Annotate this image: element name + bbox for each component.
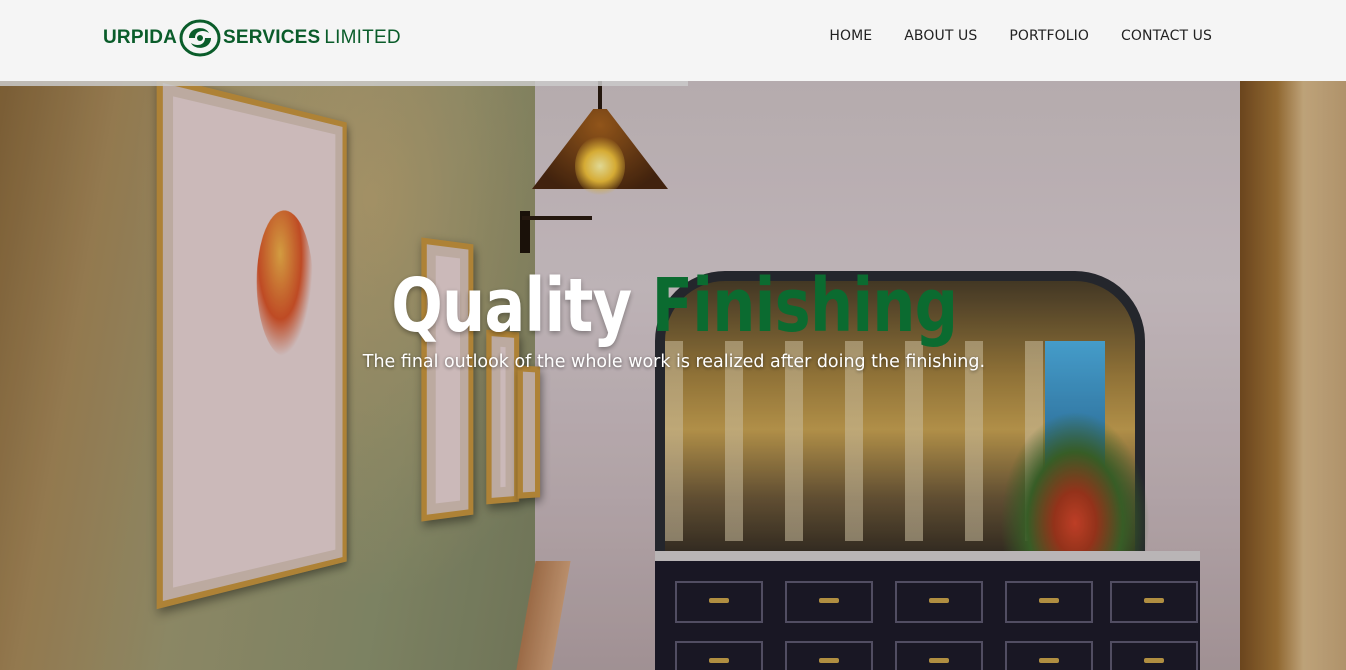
nav-item-portfolio[interactable]: PORTFOLIO xyxy=(1009,28,1089,44)
site-logo[interactable]: URPIDA SERVICES LIMITED xyxy=(103,18,401,58)
headline-word-quality: Quality xyxy=(391,263,632,349)
headline-word-finishing: Finishing xyxy=(651,263,958,349)
logo-word-services: SERVICES xyxy=(223,27,321,48)
hero-banner: Quality Finishing The final outlook of t… xyxy=(0,81,1346,670)
page: URPIDA SERVICES LIMITED HOME ABOUT US PO… xyxy=(0,0,1346,670)
hero-subheading: The final outlook of the whole work is r… xyxy=(362,351,985,372)
main-nav: HOME ABOUT US PORTFOLIO CONTACT US xyxy=(829,28,1212,44)
header-underline-strip xyxy=(0,81,688,86)
site-header: URPIDA SERVICES LIMITED HOME ABOUT US PO… xyxy=(0,0,1346,81)
logo-word-limited: LIMITED xyxy=(324,27,401,48)
logo-word-urpida: URPIDA xyxy=(103,27,178,48)
hero-headline: Quality Finishing xyxy=(122,261,1226,351)
nav-item-contact-us[interactable]: CONTACT US xyxy=(1121,28,1212,44)
nav-item-about-us[interactable]: ABOUT US xyxy=(904,28,977,44)
swirl-logo-icon xyxy=(179,19,221,57)
nav-item-home[interactable]: HOME xyxy=(829,28,872,44)
